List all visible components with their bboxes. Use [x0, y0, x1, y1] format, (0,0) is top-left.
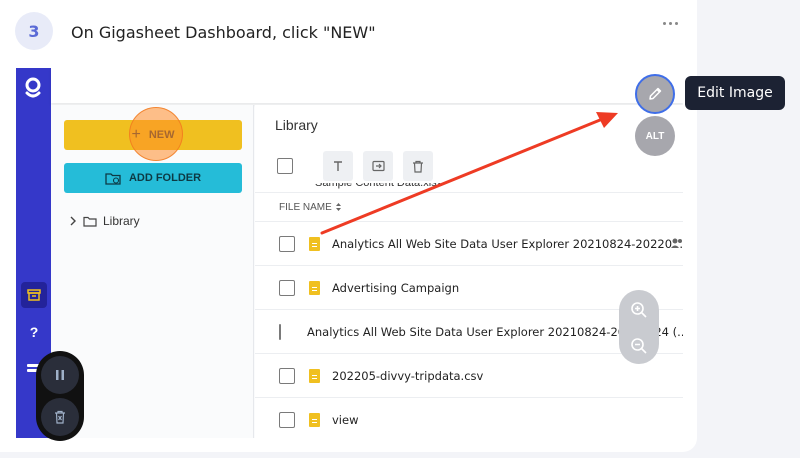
library-title: Library [275, 117, 318, 133]
step-card: 3 On Gigasheet Dashboard, click "NEW" ? … [0, 0, 697, 452]
select-all-checkbox[interactable] [277, 158, 293, 174]
chevron-right-icon [70, 216, 76, 226]
toolbar [277, 151, 433, 181]
gigasheet-logo[interactable] [23, 77, 43, 99]
recording-controls [36, 351, 84, 441]
add-folder-label: ADD FOLDER [128, 172, 202, 184]
file-icon [309, 368, 320, 383]
archive-icon[interactable] [21, 282, 47, 308]
file-name: Analytics All Web Site Data User Explore… [331, 236, 683, 251]
folder-icon [83, 216, 97, 227]
delete-button[interactable] [403, 151, 433, 181]
pause-button[interactable] [41, 356, 79, 394]
zoom-out-icon [631, 338, 647, 354]
step-number: 3 [15, 12, 53, 50]
sort-icon [335, 203, 341, 211]
text-icon [334, 161, 342, 171]
new-button-label: NEW [148, 129, 175, 141]
add-folder-button[interactable]: ADD FOLDER [64, 163, 242, 193]
row-checkbox[interactable] [279, 411, 295, 428]
new-button[interactable]: + NEW [64, 120, 242, 150]
tree-item-label: Library [103, 214, 140, 228]
move-button[interactable] [363, 151, 393, 181]
folder-add-icon [105, 172, 121, 185]
zoom-in-icon [631, 302, 647, 318]
tree-item-library[interactable]: Library [69, 214, 140, 228]
top-bar [51, 68, 683, 103]
zoom-in-button[interactable] [619, 292, 659, 328]
row-checkbox[interactable] [279, 235, 295, 252]
zoom-controls [619, 290, 659, 364]
file-row[interactable]: view [255, 398, 683, 438]
edit-image-button[interactable] [635, 74, 675, 114]
file-row[interactable]: Analytics All Web Site Data User Explore… [255, 222, 683, 266]
step-title: On Gigasheet Dashboard, click "NEW" [71, 23, 376, 42]
delete-icon [55, 410, 65, 424]
move-icon [371, 160, 385, 172]
file-name: Advertising Campaign [332, 280, 460, 295]
zoom-out-button[interactable] [619, 328, 659, 364]
screenshot: ? + NEW ADD FOLDER Library Library Sampl… [16, 68, 683, 438]
partially-scrolled-row: Sample Content Data.xlsx [315, 183, 443, 189]
pencil-icon [649, 87, 662, 100]
help-icon[interactable]: ? [21, 319, 47, 345]
file-icon [309, 412, 320, 427]
file-icon [308, 236, 320, 251]
discard-button[interactable] [41, 398, 79, 436]
file-icon [309, 280, 320, 295]
alt-text-button[interactable]: ALT [635, 116, 675, 156]
plus-icon: + [131, 126, 141, 143]
more-icon[interactable] [658, 16, 682, 30]
file-name: view [332, 412, 359, 427]
shared-icon [671, 238, 682, 248]
rename-button[interactable] [323, 151, 353, 181]
library-panel: Library Sample Content Data.xlsx FILE NA… [255, 105, 683, 438]
pause-icon [56, 370, 64, 380]
trash-icon [413, 160, 423, 173]
column-header-label: FILE NAME [279, 201, 332, 213]
file-name-column-header[interactable]: FILE NAME [255, 192, 683, 222]
row-checkbox[interactable] [279, 323, 281, 340]
file-name: 202205-divvy-tripdata.csv [332, 368, 484, 383]
row-checkbox[interactable] [279, 279, 295, 296]
edit-image-tooltip: Edit Image [685, 76, 785, 110]
row-checkbox[interactable] [279, 367, 295, 384]
